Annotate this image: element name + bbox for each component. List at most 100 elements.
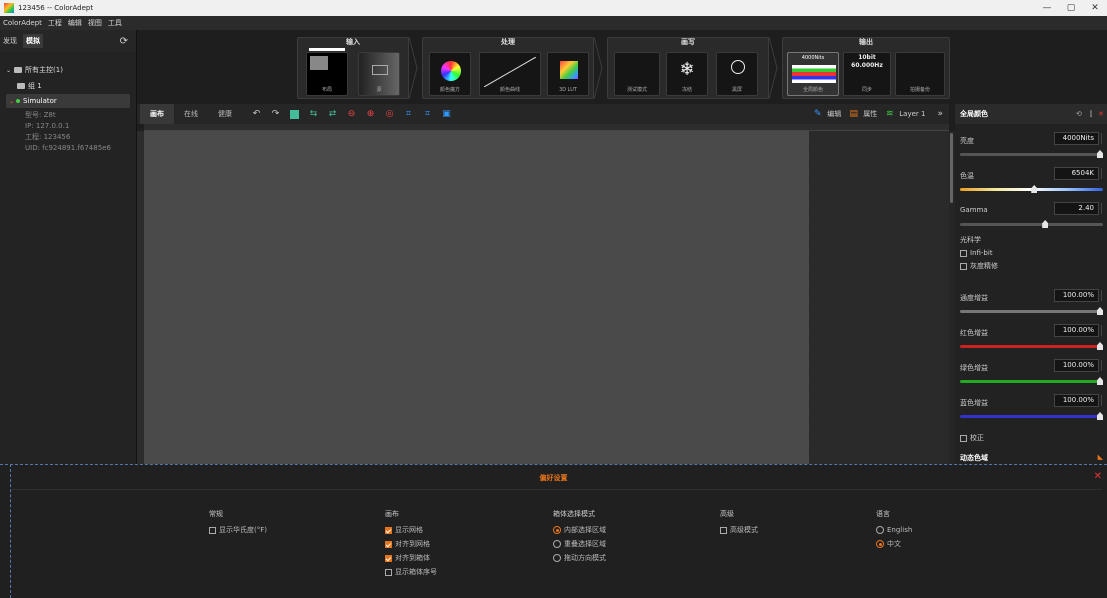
close-icon[interactable]: ✕ bbox=[1094, 471, 1102, 482]
tile-blackout[interactable]: 黑屏 bbox=[716, 52, 758, 96]
menu-view[interactable]: 视图 bbox=[88, 18, 102, 28]
select-icon[interactable] bbox=[288, 108, 301, 121]
blue-gain-track[interactable] bbox=[960, 415, 1103, 418]
menu-project[interactable]: 工程 bbox=[48, 18, 62, 28]
green-gain-track[interactable] bbox=[960, 380, 1103, 383]
gamma-spinner[interactable] bbox=[1101, 203, 1105, 214]
preferences-title: 偏好设置 bbox=[539, 474, 568, 482]
align-right-icon[interactable]: ⇄ bbox=[326, 108, 339, 121]
tree-subgroup[interactable]: 组 1 bbox=[0, 78, 136, 94]
output-nits: 4000Nits bbox=[801, 55, 825, 61]
scrollbar-thumb[interactable] bbox=[950, 133, 953, 203]
refresh-icon[interactable]: ⟳ bbox=[120, 36, 128, 47]
red-gain-slider-handle[interactable] bbox=[1097, 342, 1103, 350]
show-grid-checkbox[interactable]: 显示网格 bbox=[385, 523, 437, 537]
expand-icon[interactable]: » bbox=[937, 109, 943, 119]
snap-cabinet-checkbox[interactable]: 对齐到箱体 bbox=[385, 551, 437, 565]
brightness-spinner[interactable] bbox=[1101, 133, 1105, 144]
align-left-icon[interactable]: ⇆ bbox=[307, 108, 320, 121]
tile-sync[interactable]: 10bit 60.000Hz 同步 bbox=[843, 52, 891, 96]
tab-simulate[interactable]: 模拟 bbox=[23, 34, 43, 48]
device-name: Simulator bbox=[23, 97, 57, 105]
zoom-out-icon[interactable]: ⊖ bbox=[345, 108, 358, 121]
red-gain-input[interactable]: 100.00% bbox=[1054, 324, 1099, 337]
undo-icon[interactable]: ↶ bbox=[250, 108, 263, 121]
tile-global-color[interactable]: 4000Nits 全局颜色 bbox=[787, 52, 839, 96]
reset-icon[interactable]: ⟲ bbox=[1076, 110, 1082, 118]
snap-grid-checkbox[interactable]: 对齐到网格 bbox=[385, 537, 437, 551]
gamma-input[interactable]: 2.40 bbox=[1054, 202, 1099, 215]
simulator-device[interactable]: ⌄ Simulator bbox=[6, 94, 130, 108]
prefs-canvas: 画布 显示网格 对齐到网格 对齐到箱体 显示箱体序号 bbox=[385, 509, 437, 579]
screen-icon[interactable]: ▣ bbox=[440, 108, 453, 121]
temperature-input[interactable]: 6504K bbox=[1054, 167, 1099, 180]
language-english-radio[interactable]: English bbox=[876, 523, 912, 537]
pin-icon[interactable]: ⫿ bbox=[1090, 110, 1092, 119]
menu-app[interactable]: ColorAdept bbox=[3, 19, 42, 27]
device-project: 工程: 123456 bbox=[25, 133, 71, 141]
gain-input[interactable]: 100.00% bbox=[1054, 289, 1099, 302]
redo-icon[interactable]: ↷ bbox=[269, 108, 282, 121]
show-cabinet-number-checkbox[interactable]: 显示箱体序号 bbox=[385, 565, 437, 579]
gray-fine-checkbox[interactable]: 灰度精修 bbox=[960, 261, 1105, 271]
dynamic-gamut-section[interactable]: 动态色域 ◣ bbox=[960, 453, 1105, 463]
green-gain-input[interactable]: 100.00% bbox=[1054, 359, 1099, 372]
window-title: 123456 -- ColorAdept bbox=[18, 4, 94, 12]
stage-title: 处理 bbox=[501, 38, 515, 46]
gain-slider-handle[interactable] bbox=[1097, 307, 1103, 315]
fit-icon[interactable]: ⌗ bbox=[402, 108, 415, 121]
tile-freeze[interactable]: ❄ 冻结 bbox=[666, 52, 708, 96]
brightness-track[interactable] bbox=[960, 153, 1103, 156]
tab-canvas[interactable]: 画布 bbox=[140, 104, 174, 124]
tile-test-pattern[interactable]: 测试模式 bbox=[614, 52, 660, 96]
tile-layout[interactable]: 布局 bbox=[306, 48, 348, 96]
infibit-checkbox[interactable]: Infi-bit bbox=[960, 249, 1105, 257]
language-chinese-radio[interactable]: 中文 bbox=[876, 537, 912, 551]
menu-tools[interactable]: 工具 bbox=[108, 18, 122, 28]
red-gain-spinner[interactable] bbox=[1101, 325, 1105, 336]
tree-group-all[interactable]: ⌄ 所有主控(1) bbox=[0, 62, 136, 78]
fit-selection-icon[interactable]: ⌗ bbox=[421, 108, 434, 121]
gamma-track[interactable] bbox=[960, 223, 1103, 226]
properties-button[interactable]: 属性 bbox=[863, 109, 877, 119]
green-gain-spinner[interactable] bbox=[1101, 360, 1105, 371]
zoom-reset-icon[interactable]: ◎ bbox=[383, 108, 396, 121]
chevron-down-icon: ⌄ bbox=[6, 66, 12, 74]
tile-source[interactable]: 源 bbox=[358, 52, 400, 96]
tile-3d-lut[interactable]: 3D LUT bbox=[547, 52, 589, 96]
brightness-input[interactable]: 4000Nits bbox=[1054, 132, 1099, 145]
minimize-button[interactable]: — bbox=[1035, 0, 1059, 16]
drag-direction-radio[interactable]: 拖动方向模式 bbox=[553, 551, 606, 565]
menu-edit[interactable]: 编辑 bbox=[68, 18, 82, 28]
tab-health[interactable]: 健康 bbox=[208, 104, 242, 124]
overlap-select-radio[interactable]: 重叠选择区域 bbox=[553, 537, 606, 551]
folder-icon bbox=[17, 83, 25, 89]
blue-gain-slider-handle[interactable] bbox=[1097, 412, 1103, 420]
tab-online[interactable]: 在线 bbox=[174, 104, 208, 124]
layer-selector[interactable]: Layer 1 bbox=[899, 110, 925, 118]
close-window-button[interactable]: ✕ bbox=[1083, 0, 1107, 16]
gain-spinner[interactable] bbox=[1101, 290, 1105, 301]
temperature-spinner[interactable] bbox=[1101, 168, 1105, 179]
correct-checkbox[interactable]: 校正 bbox=[960, 433, 1105, 443]
tab-discover[interactable]: 发现 bbox=[3, 36, 17, 46]
advanced-mode-checkbox[interactable]: 高级模式 bbox=[720, 523, 758, 537]
gamma-slider-handle[interactable] bbox=[1042, 220, 1049, 228]
red-gain-track[interactable] bbox=[960, 345, 1103, 348]
tile-shoot-backup[interactable]: 拍摄备份 bbox=[895, 52, 945, 96]
fahrenheit-checkbox[interactable]: 显示华氏度(°F) bbox=[209, 523, 267, 537]
gain-track[interactable] bbox=[960, 310, 1103, 313]
canvas-area[interactable] bbox=[144, 131, 809, 464]
tile-color-curve[interactable]: 颜色曲线 bbox=[479, 52, 541, 96]
blue-gain-spinner[interactable] bbox=[1101, 395, 1105, 406]
close-icon[interactable]: ✕ bbox=[1098, 110, 1104, 118]
brightness-slider-handle[interactable] bbox=[1097, 150, 1103, 158]
temperature-slider-handle[interactable] bbox=[1031, 185, 1038, 193]
edit-button[interactable]: 编辑 bbox=[827, 109, 841, 119]
blue-gain-input[interactable]: 100.00% bbox=[1054, 394, 1099, 407]
inside-select-radio[interactable]: 内部选择区域 bbox=[553, 523, 606, 537]
tile-color-cube[interactable]: 颜色魔方 bbox=[429, 52, 471, 96]
zoom-in-icon[interactable]: ⊕ bbox=[364, 108, 377, 121]
maximize-button[interactable]: ▢ bbox=[1059, 0, 1083, 16]
green-gain-slider-handle[interactable] bbox=[1097, 377, 1103, 385]
